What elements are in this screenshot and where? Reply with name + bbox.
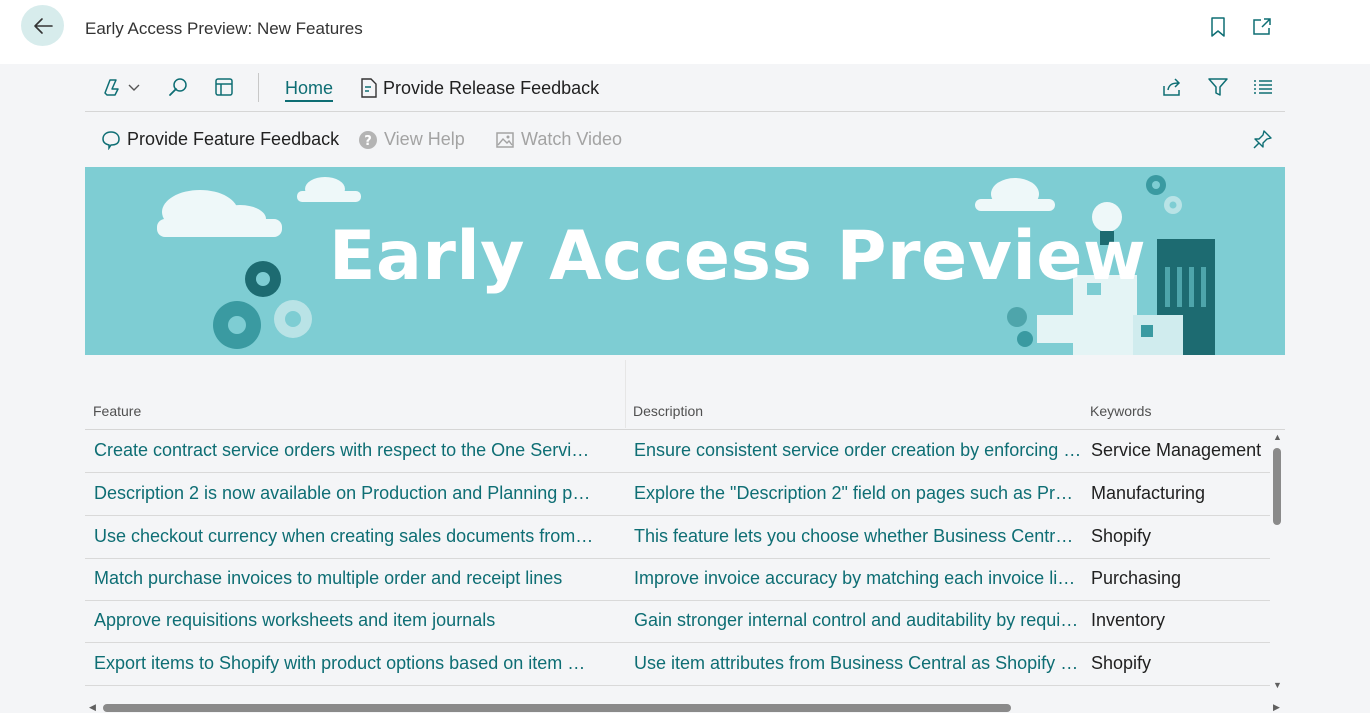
- search-button[interactable]: [167, 76, 189, 98]
- description-cell[interactable]: Improve invoice accuracy by matching eac…: [634, 568, 1082, 589]
- keywords-cell: Purchasing: [1091, 568, 1182, 588]
- list-view-button[interactable]: [1252, 76, 1274, 98]
- edit-list-icon: [215, 78, 233, 96]
- open-new-window-icon: [1253, 18, 1271, 35]
- keywords-cell: Manufacturing: [1091, 483, 1206, 503]
- view-help-button[interactable]: ? View Help: [358, 129, 465, 150]
- scroll-right-arrow[interactable]: ▶: [1273, 702, 1280, 713]
- action-bar: Home Provide Release Feedback: [85, 64, 1285, 112]
- keywords-cell: Inventory: [1091, 610, 1166, 630]
- column-header-description[interactable]: Description: [633, 403, 703, 419]
- feedback-document-icon: [361, 78, 377, 98]
- feature-cell[interactable]: Export items to Shopify with product opt…: [94, 653, 594, 674]
- page-title: Early Access Preview: New Features: [85, 19, 363, 38]
- arrow-left-icon: [33, 17, 53, 34]
- svg-text:?: ?: [364, 134, 372, 149]
- title-bar: Early Access Preview: New Features: [0, 0, 1370, 64]
- provide-feature-feedback-button[interactable]: Provide Feature Feedback: [101, 129, 339, 150]
- feature-cell[interactable]: Create contract service orders with resp…: [94, 440, 594, 461]
- description-cell[interactable]: Gain stronger internal control and audit…: [634, 610, 1082, 631]
- bookmark-icon: [1211, 17, 1225, 37]
- feature-cell[interactable]: Use checkout currency when creating sale…: [94, 526, 594, 547]
- back-button[interactable]: [21, 5, 64, 46]
- description-cell[interactable]: Explore the "Description 2" field on pag…: [634, 483, 1082, 504]
- search-icon: [169, 78, 187, 96]
- filter-icon: [1208, 78, 1228, 96]
- table-row[interactable]: Create contract service orders with resp…: [85, 430, 1270, 473]
- comment-icon: [102, 130, 120, 150]
- tab-home[interactable]: Home: [285, 78, 334, 102]
- feature-cell[interactable]: Match purchase invoices to multiple orde…: [94, 568, 594, 589]
- column-divider: [625, 360, 626, 428]
- scroll-down-arrow[interactable]: ▼: [1273, 680, 1282, 690]
- scroll-up-arrow[interactable]: ▲: [1273, 432, 1282, 442]
- filter-button[interactable]: [1207, 76, 1229, 98]
- pin-icon: [1253, 130, 1272, 149]
- vertical-scroll-thumb[interactable]: [1273, 448, 1281, 525]
- description-cell[interactable]: This feature lets you choose whether Bus…: [634, 526, 1082, 547]
- table-row[interactable]: Export items to Shopify with product opt…: [85, 643, 1270, 686]
- table-row[interactable]: Approve requisitions worksheets and item…: [85, 600, 1270, 643]
- feature-cell[interactable]: Approve requisitions worksheets and item…: [94, 610, 594, 631]
- release-feedback-label: Provide Release Feedback: [383, 77, 600, 98]
- keywords-cell: Service Management: [1091, 440, 1262, 460]
- edit-list-button[interactable]: [213, 76, 235, 98]
- table-row[interactable]: Match purchase invoices to multiple orde…: [85, 558, 1270, 601]
- table-row[interactable]: Use checkout currency when creating sale…: [85, 516, 1270, 559]
- description-cell[interactable]: Ensure consistent service order creation…: [634, 440, 1082, 461]
- view-help-label: View Help: [384, 129, 465, 149]
- action-bar-secondary: Provide Feature Feedback ? View Help Wat…: [85, 112, 1285, 167]
- provide-release-feedback-button[interactable]: Provide Release Feedback: [359, 77, 599, 99]
- bookmark-button[interactable]: [1207, 16, 1229, 38]
- image-icon: [496, 131, 514, 148]
- column-header-keywords[interactable]: Keywords: [1090, 403, 1151, 419]
- scroll-left-arrow[interactable]: ◀: [89, 702, 96, 713]
- feature-cell[interactable]: Description 2 is now available on Produc…: [94, 483, 594, 504]
- pin-button[interactable]: [1251, 129, 1273, 151]
- watch-video-label: Watch Video: [521, 129, 623, 149]
- keywords-cell: Shopify: [1091, 526, 1152, 546]
- watch-video-button[interactable]: Watch Video: [495, 129, 622, 150]
- open-in-new-window-button[interactable]: [1251, 16, 1273, 38]
- description-cell[interactable]: Use item attributes from Business Centra…: [634, 653, 1082, 674]
- toolbar-divider: [258, 73, 259, 102]
- table-header: Feature Description Keywords: [85, 360, 1285, 430]
- table-row[interactable]: Description 2 is now available on Produc…: [85, 473, 1270, 516]
- early-access-banner: Early Access Preview: [85, 167, 1285, 355]
- feature-feedback-label: Provide Feature Feedback: [127, 129, 340, 149]
- column-header-feature[interactable]: Feature: [93, 403, 141, 419]
- list-icon: [1254, 80, 1272, 94]
- keywords-cell: Shopify: [1091, 653, 1152, 673]
- horizontal-scroll-thumb[interactable]: [103, 704, 1011, 712]
- share-icon: [1163, 78, 1181, 96]
- chevron-down-icon: [128, 84, 140, 91]
- copilot-icon: [104, 79, 119, 96]
- share-button[interactable]: [1161, 76, 1183, 98]
- banner-title: Early Access Preview: [329, 217, 1147, 296]
- copilot-dropdown-button[interactable]: [101, 76, 141, 98]
- help-icon: ?: [359, 130, 377, 149]
